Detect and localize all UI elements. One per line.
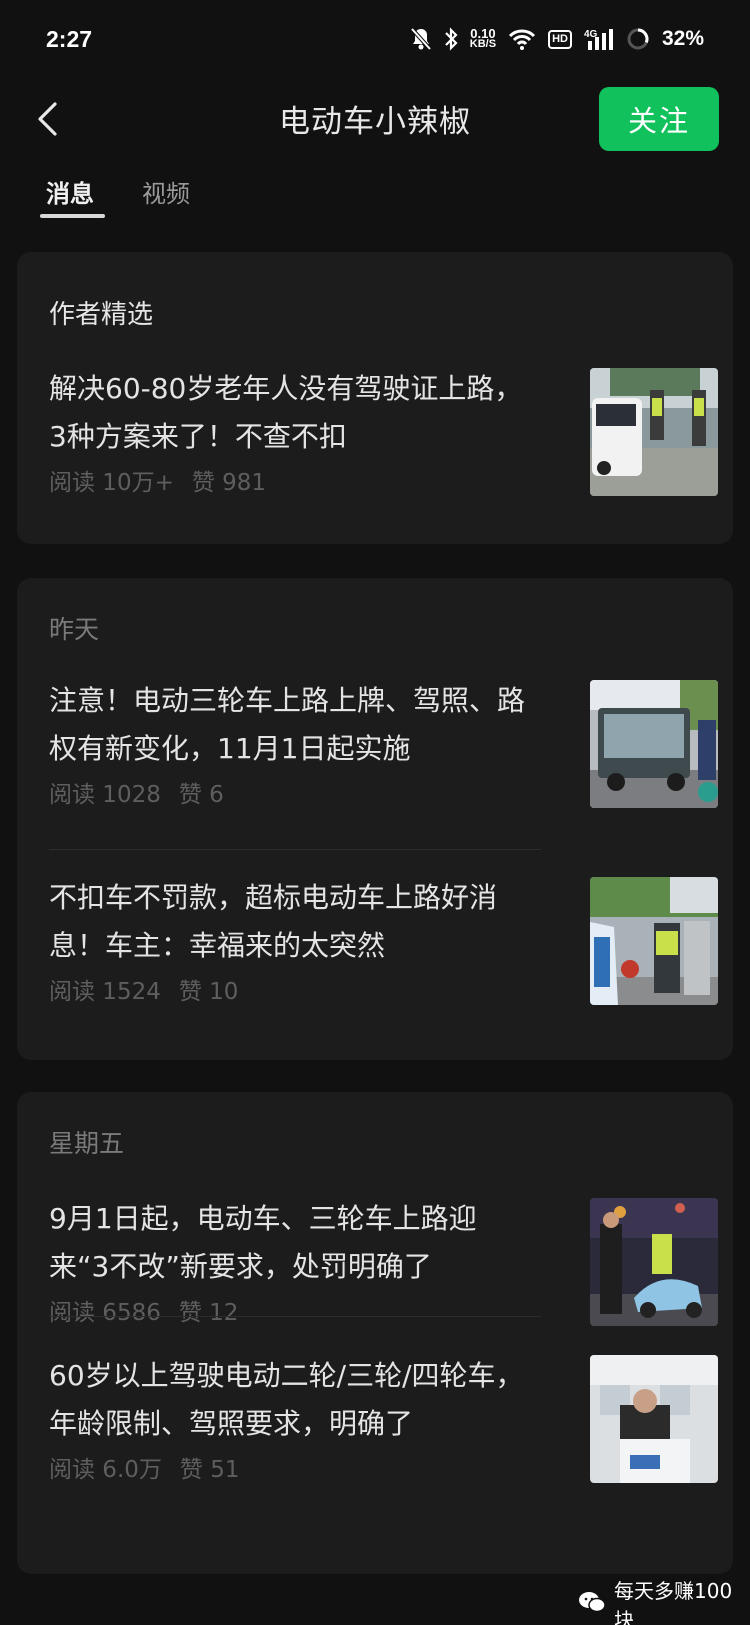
article-item[interactable]: 不扣车不罚款，超标电动车上路好消息！车主：幸福来的太突然 阅读 1524 赞 10 <box>49 874 719 1005</box>
watermark-text: 每天多赚100块 <box>614 1579 733 1625</box>
tab-videos[interactable]: 视频 <box>142 174 190 209</box>
header: 电动车小辣椒 关注 <box>0 84 750 154</box>
article-meta: 阅读 6.0万赞 51 <box>49 1450 239 1484</box>
network-speed: 0.10 KB/S <box>469 27 497 50</box>
article-thumbnail <box>590 368 718 496</box>
article-item[interactable]: 注意！电动三轮车上路上牌、驾照、路权有新变化，11月1日起实施 阅读 1028 赞… <box>49 677 719 808</box>
battery-ring-icon <box>626 27 650 51</box>
wechat-icon <box>578 1591 606 1618</box>
section-title: 作者精选 <box>49 300 154 330</box>
read-count: 阅读 6586 <box>49 1300 161 1326</box>
wifi-icon <box>508 28 536 50</box>
divider <box>49 849 541 850</box>
article-thumbnail <box>590 680 718 808</box>
article-item[interactable]: 60岁以上驾驶电动二轮/三轮/四轮车，年龄限制、驾照要求，明确了 阅读 6.0万… <box>49 1352 719 1483</box>
article-title: 解决60-80岁老年人没有驾驶证上路，3种方案来了！不查不扣 <box>49 372 523 453</box>
section-date-title: 昨天 <box>49 615 100 644</box>
article-meta: 阅读 6586 赞 12 <box>49 1293 238 1327</box>
tab-bar: 消息 视频 <box>0 170 750 220</box>
like-count: 赞 51 <box>179 1457 240 1483</box>
active-tab-indicator <box>40 214 105 218</box>
article-title: 9月1日起，电动车、三轮车上路迎来“3不改”新要求，处罚明确了 <box>49 1202 477 1283</box>
read-count: 阅读 6.0万 <box>49 1457 162 1483</box>
tab-messages[interactable]: 消息 <box>46 174 94 209</box>
article-meta: 阅读 1028 赞 6 <box>49 775 224 809</box>
mute-bell-icon <box>410 27 432 51</box>
article-title: 不扣车不罚款，超标电动车上路好消息！车主：幸福来的太突然 <box>49 881 498 962</box>
article-item[interactable]: 解决60-80岁老年人没有驾驶证上路，3种方案来了！不查不扣 阅读 10万+ 赞 … <box>49 365 719 496</box>
status-bar: 2:27 0.10 KB/S HD 4G 32% <box>0 0 750 78</box>
article-thumbnail <box>590 1198 718 1326</box>
article-meta: 阅读 10万+ 赞 981 <box>49 463 266 497</box>
status-time: 2:27 <box>46 25 93 52</box>
section-card-featured: 作者精选 解决60-80岁老年人没有驾驶证上路，3种方案来了！不查不扣 阅读 1… <box>17 252 733 544</box>
read-count: 阅读 1524 <box>49 979 161 1005</box>
like-count: 赞 6 <box>178 782 224 808</box>
read-count: 阅读 1028 <box>49 782 161 808</box>
like-count: 赞 12 <box>178 1300 239 1326</box>
article-thumbnail <box>590 1355 718 1483</box>
bluetooth-icon <box>444 27 458 51</box>
article-title: 注意！电动三轮车上路上牌、驾照、路权有新变化，11月1日起实施 <box>49 684 526 765</box>
network-speed-unit: KB/S <box>469 38 497 50</box>
status-icons: 0.10 KB/S HD 4G 32% <box>410 27 704 51</box>
like-count: 赞 981 <box>191 470 267 496</box>
section-card-friday: 星期五 9月1日起，电动车、三轮车上路迎来“3不改”新要求，处罚明确了 阅读 6… <box>17 1092 733 1574</box>
article-item[interactable]: 9月1日起，电动车、三轮车上路迎来“3不改”新要求，处罚明确了 阅读 6586 赞… <box>49 1195 719 1326</box>
read-count: 阅读 10万+ <box>49 470 174 496</box>
divider <box>49 1316 541 1317</box>
like-count: 赞 10 <box>178 979 239 1005</box>
section-date-title: 星期五 <box>49 1129 125 1158</box>
cellular-signal-icon: 4G <box>584 27 614 51</box>
watermark: 每天多赚100块 <box>578 1575 750 1625</box>
battery-percent: 32% <box>661 27 704 50</box>
article-meta: 阅读 1524 赞 10 <box>49 972 238 1006</box>
follow-button[interactable]: 关注 <box>599 87 719 151</box>
hd-badge: HD <box>548 29 572 49</box>
article-thumbnail <box>590 877 718 1005</box>
section-card-yesterday: 昨天 注意！电动三轮车上路上牌、驾照、路权有新变化，11月1日起实施 阅读 10… <box>17 578 733 1060</box>
article-title: 60岁以上驾驶电动二轮/三轮/四轮车，年龄限制、驾照要求，明确了 <box>49 1359 524 1440</box>
